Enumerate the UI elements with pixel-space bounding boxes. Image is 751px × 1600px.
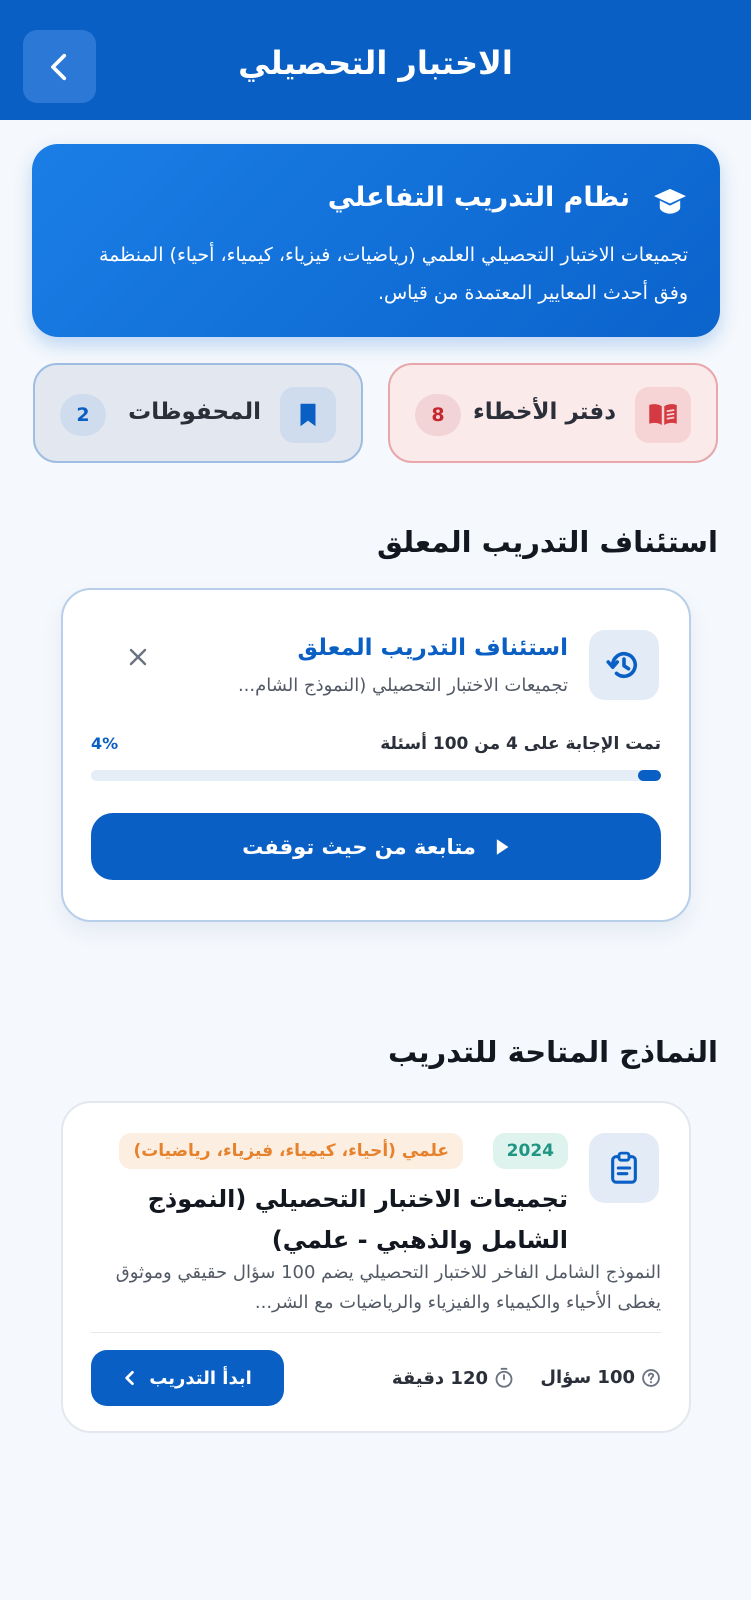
questions-count-label: 100 سؤال bbox=[540, 1367, 635, 1388]
continue-button-label: متابعة من حيث توقفت bbox=[242, 834, 476, 859]
open-book-icon bbox=[635, 387, 691, 443]
progress-text: تمت الإجابة على 4 من 100 أسئلة bbox=[380, 734, 661, 754]
resume-card-title: استئناف التدريب المعلق bbox=[297, 635, 569, 661]
resume-training-card: استئناف التدريب المعلق تجميعات الاختبار … bbox=[61, 588, 691, 922]
timer-icon bbox=[495, 1367, 513, 1388]
graduation-cap-icon bbox=[652, 186, 688, 222]
exam-model-card[interactable]: 2024 علمي (أحياء، كيمياء، فيزياء، رياضيا… bbox=[61, 1101, 691, 1433]
history-icon bbox=[589, 630, 659, 700]
divider bbox=[91, 1332, 661, 1333]
saved-label: المحفوظات bbox=[128, 399, 261, 425]
interactive-training-banner: نظام التدريب التفاعلي تجميعات الاختبار ا… bbox=[32, 144, 720, 337]
exam-title: تجميعات الاختبار التحصيلي (النموذج الشام… bbox=[147, 1185, 568, 1254]
progress-bar-fill bbox=[638, 770, 661, 781]
banner-title: نظام التدريب التفاعلي bbox=[327, 182, 630, 213]
app-header: الاختبار التحصيلي bbox=[0, 0, 751, 120]
duration: 120 دقيقة bbox=[392, 1367, 514, 1389]
progress-bar bbox=[91, 770, 661, 781]
year-tag: 2024 bbox=[492, 1133, 568, 1169]
start-training-label: ابدأ التدريب bbox=[149, 1367, 252, 1389]
mistakes-label: دفتر الأخطاء bbox=[473, 399, 616, 425]
clipboard-icon bbox=[589, 1133, 659, 1203]
page-title: الاختبار التحصيلي bbox=[238, 44, 513, 82]
start-training-button[interactable]: ابدأ التدريب bbox=[91, 1350, 284, 1406]
question-circle-icon bbox=[642, 1368, 660, 1387]
play-icon bbox=[496, 838, 509, 855]
close-icon bbox=[129, 648, 147, 666]
resume-card-subtitle: تجميعات الاختبار التحصيلي (النموذج الشام… bbox=[237, 675, 568, 696]
dismiss-button[interactable] bbox=[123, 642, 153, 672]
exam-description: النموذج الشامل الفاخر للاختبار التحصيلي … bbox=[115, 1262, 661, 1313]
bookmark-icon bbox=[280, 387, 336, 443]
saved-count-badge: 2 bbox=[60, 394, 106, 436]
continue-button[interactable]: متابعة من حيث توقفت bbox=[91, 813, 661, 880]
mistakes-notebook-card[interactable]: دفتر الأخطاء 8 bbox=[388, 363, 718, 463]
banner-description: تجميعات الاختبار التحصيلي العلمي (رياضيا… bbox=[98, 244, 688, 304]
progress-percent: 4% bbox=[91, 734, 119, 753]
chevron-left-icon bbox=[125, 1370, 134, 1386]
models-section-title: النماذج المتاحة للتدريب bbox=[387, 1035, 718, 1069]
track-tag: علمي (أحياء، كيمياء، فيزياء، رياضيات) bbox=[119, 1133, 463, 1169]
questions-count: 100 سؤال bbox=[540, 1367, 661, 1388]
duration-label: 120 دقيقة bbox=[391, 1367, 488, 1389]
resume-section-title: استئناف التدريب المعلق bbox=[376, 525, 718, 559]
mistakes-count-badge: 8 bbox=[415, 394, 461, 436]
saved-items-card[interactable]: المحفوظات 2 bbox=[33, 363, 363, 463]
